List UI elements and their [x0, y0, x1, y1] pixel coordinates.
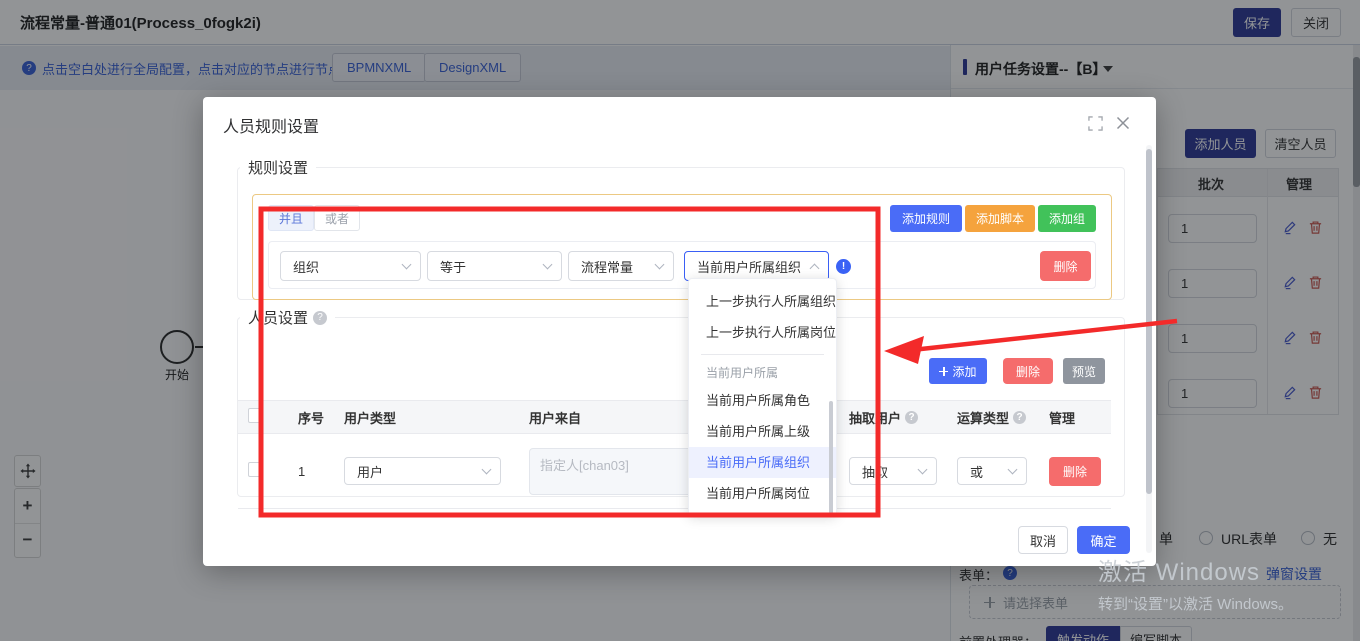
confirm-button[interactable]: 确定: [1077, 526, 1130, 554]
operation-select[interactable]: 或: [957, 457, 1027, 485]
dropdown-item-selected[interactable]: 当前用户所属组织: [689, 447, 836, 478]
select-value: 用户: [357, 462, 383, 481]
person-row: 1 用户 指定人[chan03] 抽取: [238, 434, 1111, 509]
rule-settings-legend: 规则设置: [248, 157, 308, 178]
user-type-select[interactable]: 用户: [344, 457, 501, 485]
rule-settings-section: 规则设置 并且 或者 添加规则 添加脚本 添加组 组织 等于 流程常量: [237, 157, 1125, 300]
person-settings-section: 人员设置 ? 添加 删除 预览 序号 用户类型 用户来自 抽取用户? 运算类型?: [237, 307, 1125, 497]
rule-field-select[interactable]: 组织: [280, 251, 421, 281]
select-value: 组织: [293, 257, 319, 276]
value-select-dropdown: 上一步执行人所属组织 上一步执行人所属岗位 当前用户所属 当前用户所属角色 当前…: [688, 278, 837, 516]
scrollbar-thumb[interactable]: [829, 401, 833, 514]
tab-or[interactable]: 或者: [314, 205, 360, 231]
add-label: 添加: [952, 363, 976, 380]
select-all-checkbox[interactable]: [248, 408, 263, 423]
column-user-type: 用户类型: [334, 401, 519, 434]
modal-scrollbar[interactable]: [1146, 145, 1152, 553]
dropdown-group-label: 当前用户所属: [689, 361, 836, 385]
tab-and[interactable]: 并且: [268, 205, 314, 231]
chevron-down-icon: [1008, 465, 1018, 475]
add-person-row-button[interactable]: 添加: [929, 358, 987, 384]
rule-row: 组织 等于 流程常量 当前用户所属组织 ! 删除: [268, 241, 1096, 289]
extract-select[interactable]: 抽取: [849, 457, 937, 485]
select-value: 或: [970, 462, 983, 481]
divider: [701, 354, 824, 355]
dropdown-item[interactable]: 当前用户所属角色: [689, 385, 836, 416]
add-script-button[interactable]: 添加脚本: [965, 205, 1035, 232]
select-value: 等于: [440, 257, 466, 276]
person-table: 序号 用户类型 用户来自 抽取用户? 运算类型? 管理 1 用户: [238, 400, 1111, 509]
delete-rule-button[interactable]: 删除: [1040, 251, 1091, 281]
fullscreen-icon[interactable]: [1088, 116, 1103, 131]
chevron-down-icon: [655, 260, 665, 270]
dropdown-item[interactable]: 上一步执行人所属组织: [689, 286, 836, 317]
person-rule-dialog: 人员规则设置 规则设置 并且 或者 添加规则 添加脚本 添加组 组织 等于: [203, 97, 1156, 566]
column-manage: 管理: [1039, 401, 1111, 434]
row-index: 1: [288, 434, 334, 509]
plus-icon: [939, 367, 948, 376]
preview-button[interactable]: 预览: [1063, 358, 1105, 384]
delete-person-row-button[interactable]: 删除: [1003, 358, 1053, 384]
table-header-row: 序号 用户类型 用户来自 抽取用户? 运算类型? 管理: [238, 401, 1111, 434]
close-icon[interactable]: [1115, 115, 1131, 131]
chevron-down-icon: [402, 260, 412, 270]
dropdown-item[interactable]: 上一步执行人所属岗位: [689, 317, 836, 348]
dropdown-item[interactable]: 当前用户所属上级: [689, 416, 836, 447]
exclamation-icon: !: [836, 259, 851, 274]
help-icon: ?: [1013, 411, 1026, 424]
dropdown-item[interactable]: 当前用户所属岗位: [689, 478, 836, 509]
rule-value-select[interactable]: 当前用户所属组织: [684, 251, 829, 281]
chevron-up-icon: [810, 263, 820, 273]
chevron-down-icon: [482, 465, 492, 475]
column-operation-type: 运算类型: [957, 408, 1009, 427]
select-value: 抽取: [862, 462, 888, 481]
select-value: 当前用户所属组织: [697, 257, 801, 276]
help-icon: ?: [313, 311, 327, 325]
person-settings-legend: 人员设置: [248, 307, 308, 328]
chevron-down-icon: [543, 260, 553, 270]
rule-source-select[interactable]: 流程常量: [568, 251, 674, 281]
add-group-button[interactable]: 添加组: [1038, 205, 1096, 232]
select-value: 流程常量: [581, 257, 633, 276]
add-rule-button[interactable]: 添加规则: [890, 205, 962, 232]
cancel-button[interactable]: 取消: [1018, 526, 1068, 554]
column-extract-user: 抽取用户: [849, 408, 901, 427]
person-actions: 添加 删除 预览: [238, 358, 1106, 384]
chevron-down-icon: [918, 465, 928, 475]
column-index: 序号: [288, 401, 334, 434]
help-icon: ?: [905, 411, 918, 424]
rule-group-box: 并且 或者 添加规则 添加脚本 添加组 组织 等于 流程常量 当: [252, 194, 1112, 300]
rule-operator-select[interactable]: 等于: [427, 251, 562, 281]
scrollbar-thumb[interactable]: [1146, 149, 1152, 494]
dialog-title: 人员规则设置: [223, 113, 319, 137]
delete-row-button[interactable]: 删除: [1049, 457, 1101, 486]
row-checkbox[interactable]: [248, 462, 263, 477]
